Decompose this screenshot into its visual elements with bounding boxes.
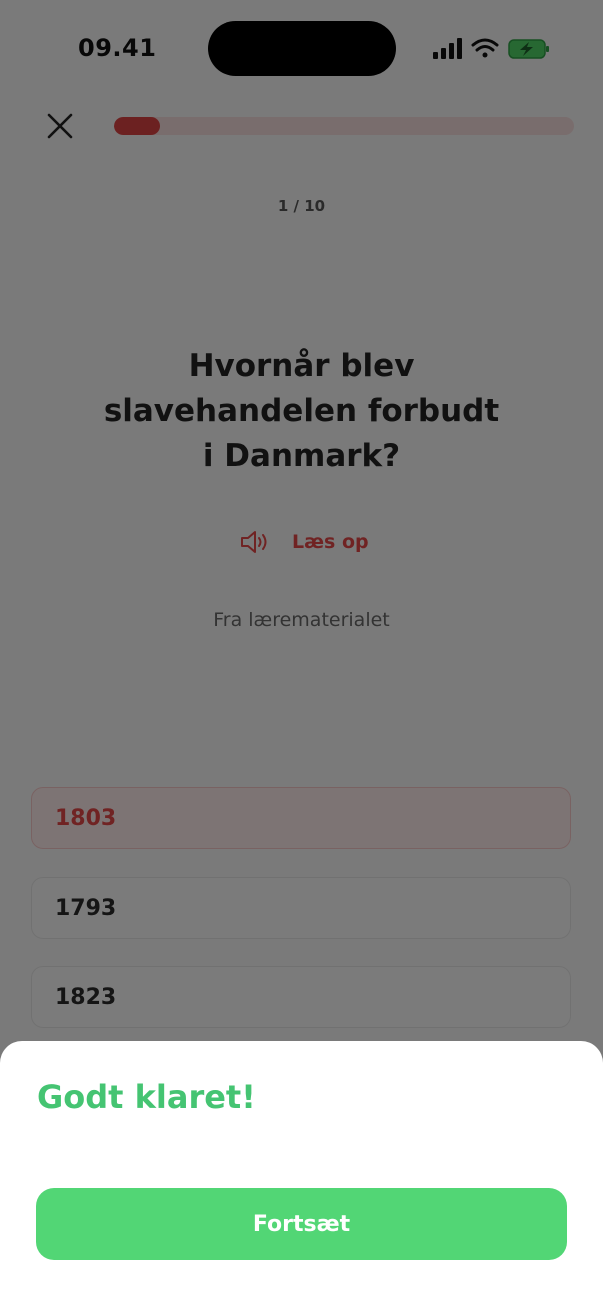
result-title: Godt klaret! xyxy=(37,1078,256,1116)
continue-button[interactable]: Fortsæt xyxy=(36,1188,567,1260)
result-bottom-sheet: Godt klaret! Fortsæt xyxy=(0,1041,603,1311)
